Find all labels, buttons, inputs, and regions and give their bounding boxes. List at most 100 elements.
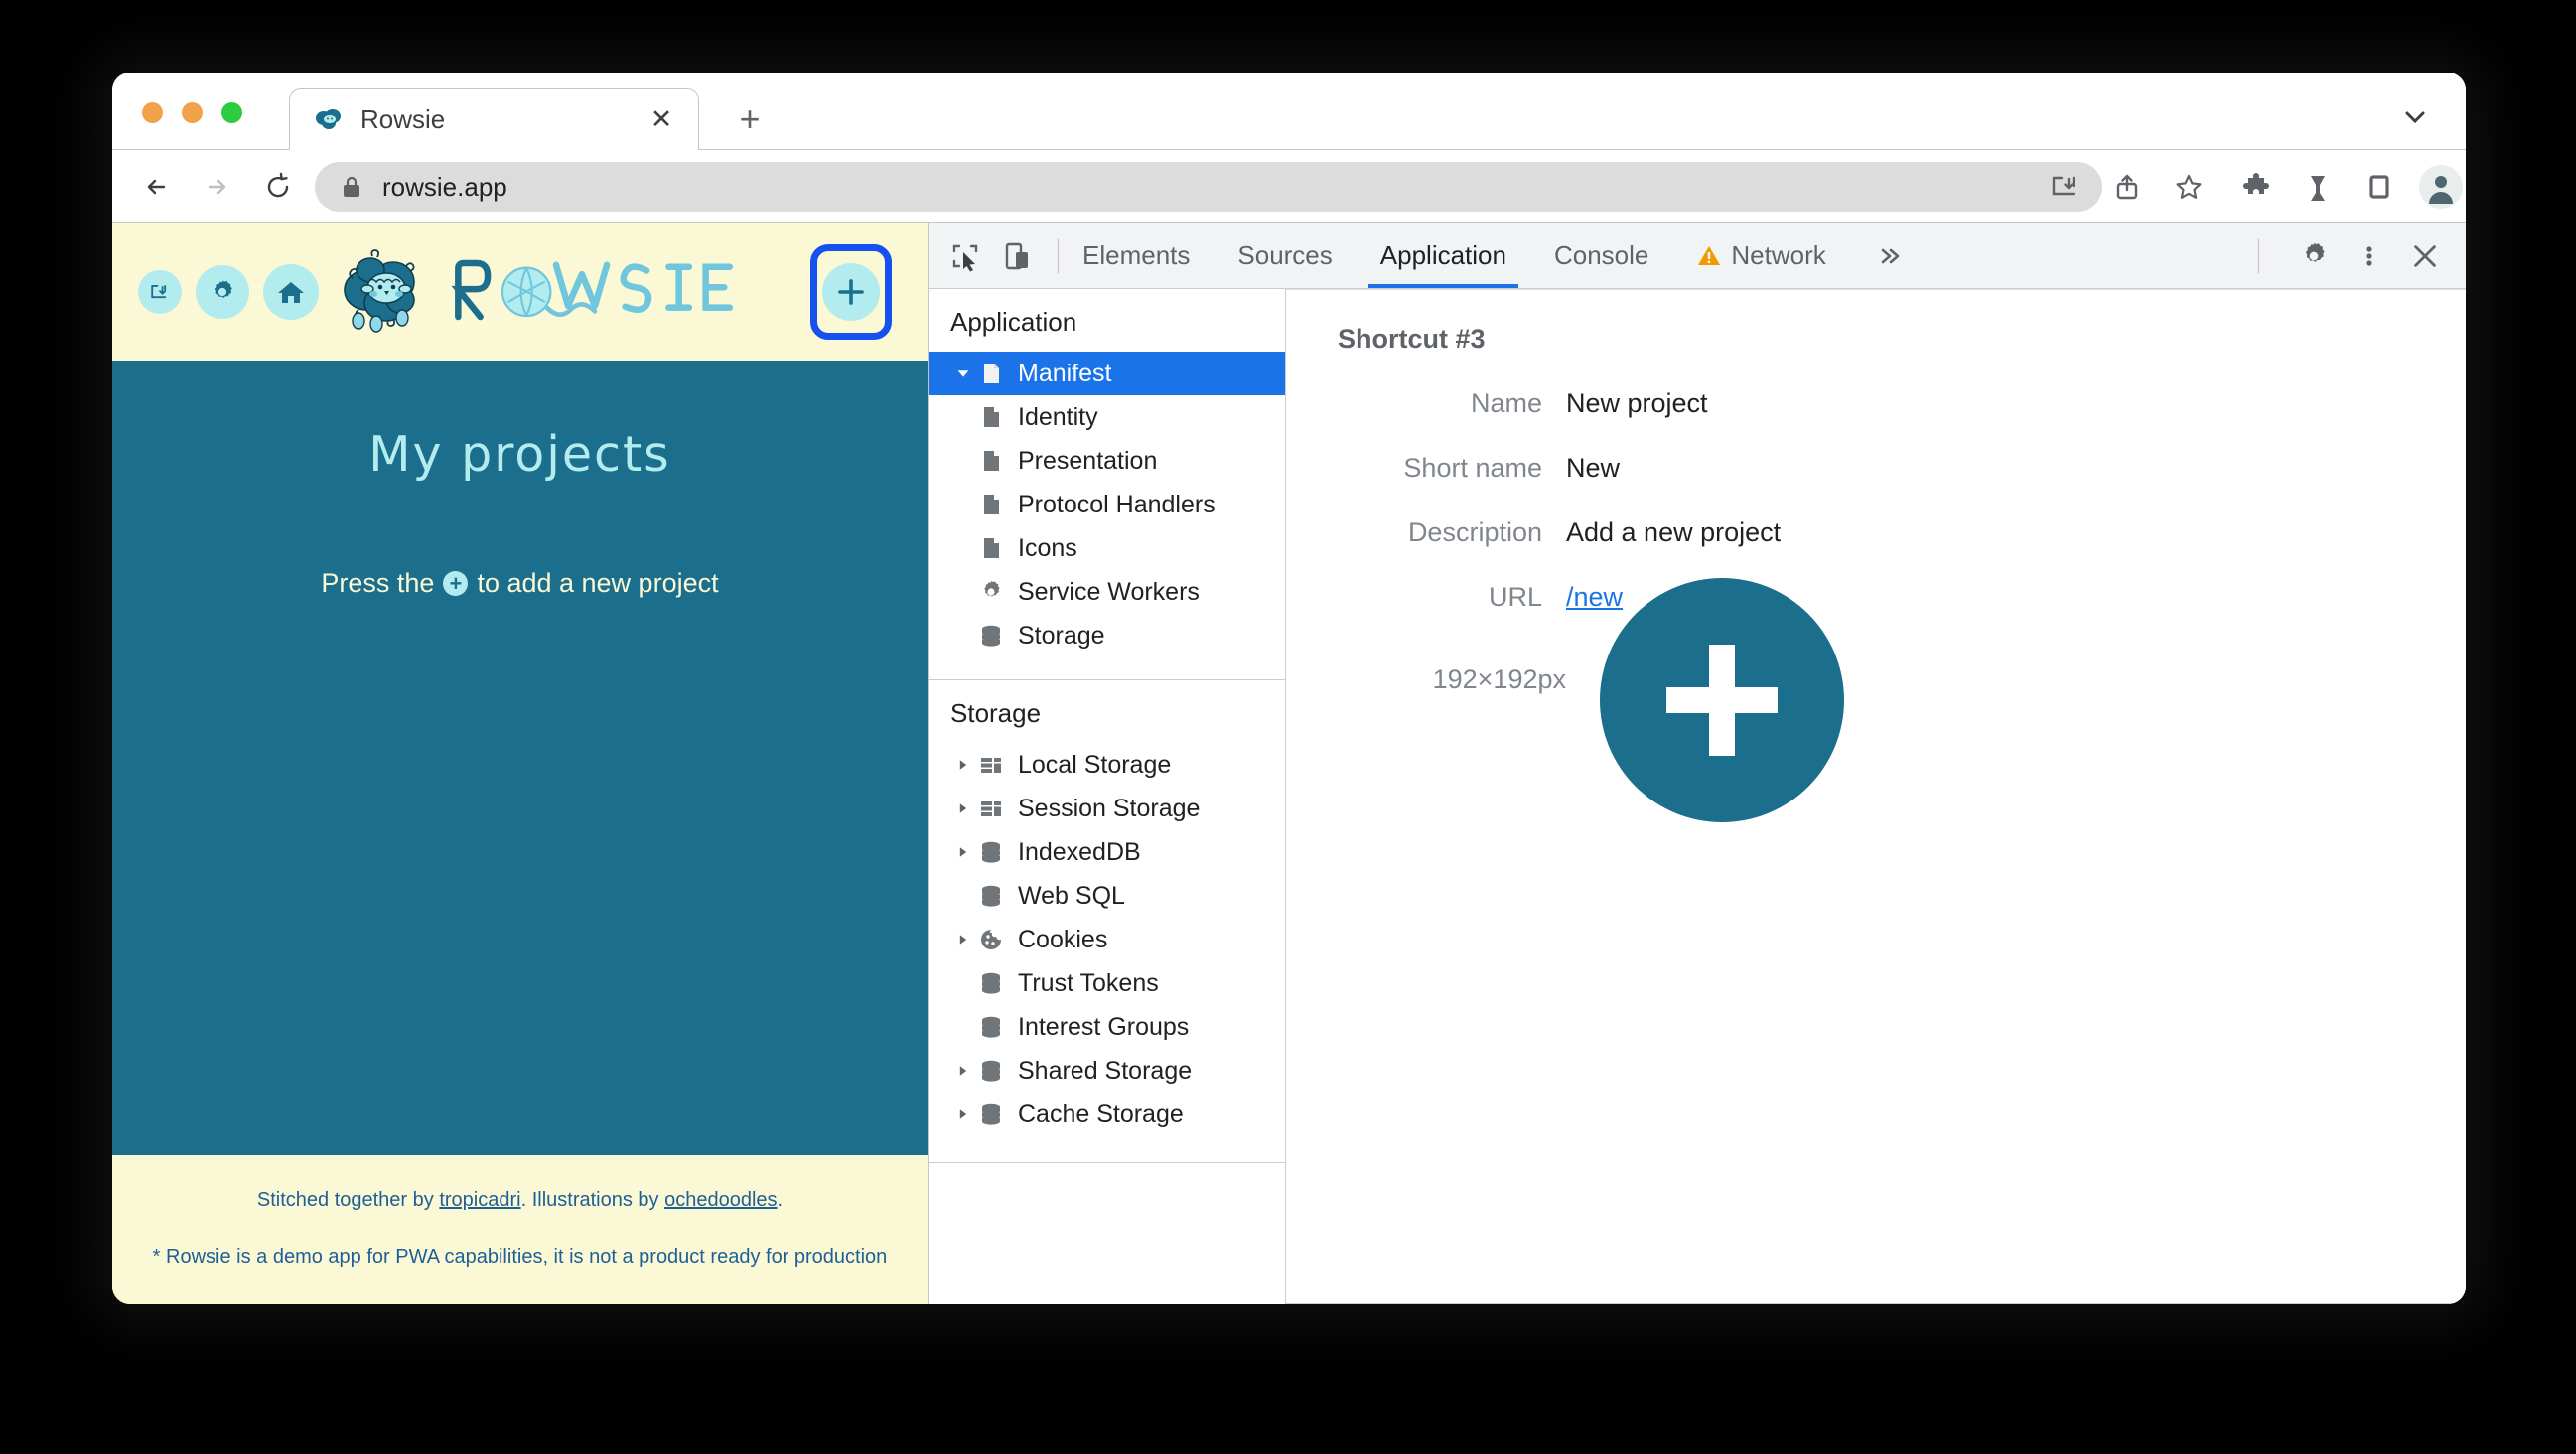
tab-elements[interactable]: Elements <box>1059 223 1214 288</box>
side-panel-icon[interactable] <box>2361 168 2398 206</box>
more-tabs-button[interactable] <box>1850 223 1928 288</box>
chevron-right-icon[interactable] <box>950 932 976 947</box>
table-icon <box>976 750 1006 780</box>
cookie-icon <box>976 925 1006 954</box>
tab-label: Application <box>1379 240 1506 270</box>
chevron-right-icon[interactable] <box>950 800 976 816</box>
chevron-right-icon[interactable] <box>950 1063 976 1079</box>
chevron-right-icon[interactable] <box>950 757 976 773</box>
sidebar-item-protocol-handlers[interactable]: Protocol Handlers <box>929 483 1285 526</box>
sidebar-item-storage[interactable]: Storage <box>929 614 1285 657</box>
field-value: New <box>1566 453 1621 483</box>
extensions-puzzle-icon[interactable] <box>2237 168 2275 206</box>
share-icon[interactable] <box>2108 168 2146 206</box>
credit-suffix: . <box>777 1189 784 1211</box>
panel-title: Shortcut #3 <box>1338 324 1486 354</box>
database-icon <box>976 1099 1006 1129</box>
field-url: URL /new <box>1286 582 2466 613</box>
device-toolbar-icon[interactable] <box>1002 239 1036 273</box>
back-button-icon[interactable] <box>138 168 176 206</box>
sidebar-item-cache-storage[interactable]: Cache Storage <box>929 1092 1285 1136</box>
app-install-icon[interactable] <box>138 270 182 314</box>
sidebar-heading-application: Application <box>950 307 1077 337</box>
app-settings-gear-icon[interactable] <box>196 265 249 319</box>
sidebar-item-shared-storage[interactable]: Shared Storage <box>929 1049 1285 1092</box>
file-icon <box>976 533 1006 563</box>
sidebar-item-label: Web SQL <box>1018 881 1125 910</box>
chevron-right-icon[interactable] <box>950 1106 976 1122</box>
experiments-flask-icon[interactable] <box>2299 168 2337 206</box>
sidebar-item-label: Storage <box>1018 621 1105 650</box>
devtools-settings-gear-icon[interactable] <box>2293 235 2335 277</box>
tab-sources[interactable]: Sources <box>1214 223 1356 288</box>
credit-link-author[interactable]: tropicadri <box>439 1189 520 1211</box>
credit-link-illustrator[interactable]: ochedoodles <box>664 1189 777 1211</box>
sheep-favicon-icon <box>314 105 344 135</box>
install-app-icon[interactable] <box>2045 168 2082 206</box>
sidebar-item-interest-groups[interactable]: Interest Groups <box>929 1005 1285 1049</box>
footer-disclaimer: * Rowsie is a demo app for PWA capabilit… <box>152 1246 888 1268</box>
minimize-window-button[interactable] <box>182 102 203 123</box>
add-project-button[interactable] <box>822 263 880 321</box>
field-short-name: Short name New <box>1286 453 2466 484</box>
sidebar-item-label: Manifest <box>1018 359 1112 387</box>
bookmark-star-icon[interactable] <box>2170 168 2208 206</box>
footer-credits: Stitched together by tropicadri. Illustr… <box>112 1185 928 1215</box>
database-icon <box>976 881 1006 911</box>
sidebar-heading-storage: Storage <box>950 698 1042 728</box>
sidebar-item-icons[interactable]: Icons <box>929 526 1285 570</box>
profile-avatar-icon[interactable] <box>2418 164 2464 210</box>
sidebar-item-web-sql[interactable]: Web SQL <box>929 874 1285 918</box>
reload-button-icon[interactable] <box>259 168 297 206</box>
sidebar-item-identity[interactable]: Identity <box>929 395 1285 439</box>
icon-size-label: 192×192px <box>1432 664 1566 694</box>
add-project-focus-ring <box>810 244 892 340</box>
sidebar-item-manifest[interactable]: Manifest <box>929 352 1285 395</box>
sidebar-item-session-storage[interactable]: Session Storage <box>929 787 1285 830</box>
new-tab-button[interactable]: + <box>733 101 767 137</box>
database-icon <box>976 1012 1006 1042</box>
app-home-icon[interactable] <box>263 264 319 320</box>
app-footer: Stitched together by tropicadri. Illustr… <box>112 1155 928 1304</box>
tab-application[interactable]: Application <box>1357 223 1530 288</box>
field-key: Short name <box>1403 453 1542 483</box>
sidebar-item-local-storage[interactable]: Local Storage <box>929 743 1285 787</box>
tab-console[interactable]: Console <box>1530 223 1672 288</box>
tab-close-icon[interactable]: ✕ <box>646 105 676 135</box>
warning-triangle-icon <box>1696 243 1722 269</box>
chevron-down-icon[interactable] <box>950 364 976 382</box>
sidebar-item-indexeddb[interactable]: IndexedDB <box>929 830 1285 874</box>
devtools-panel: Elements Sources Application Console Net… <box>929 223 2466 1304</box>
panel-bottom-divider <box>1286 1303 2466 1304</box>
sidebar-item-presentation[interactable]: Presentation <box>929 439 1285 483</box>
tab-network[interactable]: Network <box>1672 223 1849 288</box>
inspect-element-icon[interactable] <box>948 239 982 273</box>
browser-tab[interactable]: Rowsie ✕ <box>289 88 699 150</box>
chevron-right-icon[interactable] <box>950 844 976 860</box>
address-bar[interactable]: rowsie.app <box>315 162 2102 212</box>
manifest-file-icon <box>976 359 1006 388</box>
devtools-close-icon[interactable] <box>2404 235 2446 277</box>
field-key: Name <box>1470 388 1542 418</box>
maximize-window-button[interactable] <box>221 102 242 123</box>
app-wordmark <box>446 250 744 335</box>
app-viewport: My projects Press the + to add a new pro… <box>112 223 929 1304</box>
tab-label: Sources <box>1237 240 1333 270</box>
shortcut-url-link[interactable]: /new <box>1566 582 1623 612</box>
plus-icon: + <box>443 571 469 596</box>
forward-button-icon[interactable] <box>198 168 235 206</box>
sidebar-item-label: Cache Storage <box>1018 1099 1184 1128</box>
manifest-detail-panel: Shortcut #3 Name New project Short name … <box>1286 289 2466 1304</box>
sidebar-item-trust-tokens[interactable]: Trust Tokens <box>929 961 1285 1005</box>
gear-icon <box>976 577 1006 607</box>
sidebar-item-cookies[interactable]: Cookies <box>929 918 1285 961</box>
close-window-button[interactable] <box>142 102 163 123</box>
devtools-more-vertical-icon[interactable] <box>2349 235 2390 277</box>
field-key: URL <box>1488 582 1542 612</box>
devtools-actions <box>2238 235 2446 277</box>
empty-state-hint: Press the + to add a new project <box>112 568 928 599</box>
plus-circle-icon <box>1600 578 1844 822</box>
chevron-down-icon[interactable] <box>2398 100 2432 134</box>
sidebar-item-service-workers[interactable]: Service Workers <box>929 570 1285 614</box>
tab-label: Network <box>1731 240 1826 270</box>
